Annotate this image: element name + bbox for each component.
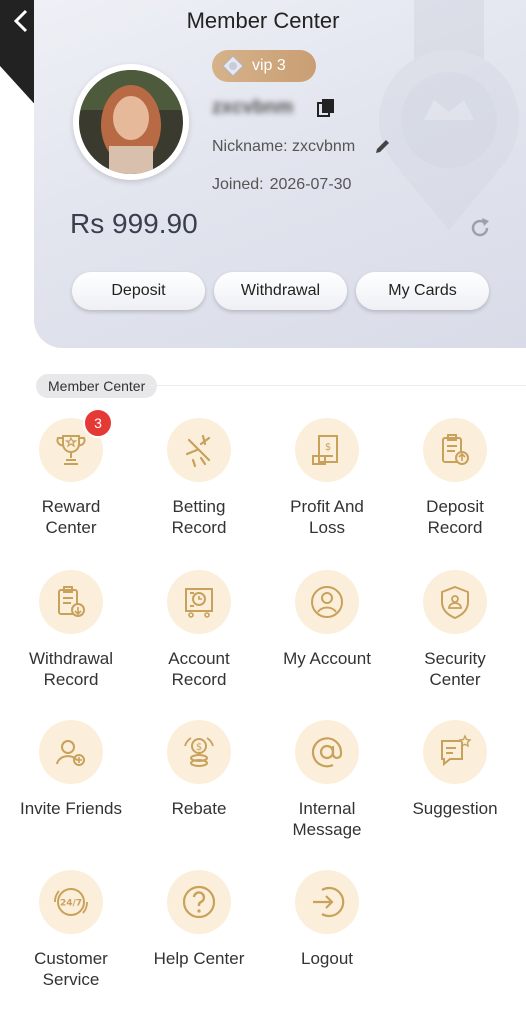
avatar[interactable]: [73, 64, 189, 180]
menu-item-security-center[interactable]: Security Center: [391, 570, 519, 690]
menu-item-label: Security Center: [424, 649, 486, 689]
account-record-icon: [167, 570, 231, 634]
section-divider: [150, 385, 526, 386]
my-account-icon: [295, 570, 359, 634]
menu-item-reward-center[interactable]: 3 Reward Center: [7, 408, 135, 538]
username: zxcvbnm: [212, 97, 294, 118]
vip-diamond-icon: [222, 55, 244, 77]
vip-label: vip 3: [252, 57, 286, 74]
betting-icon: [167, 418, 231, 482]
svg-text:$: $: [325, 442, 331, 453]
menu-item-label: Account Record: [168, 649, 230, 689]
menu-item-label: My Account: [283, 649, 371, 668]
edit-icon[interactable]: [374, 137, 392, 155]
refresh-icon[interactable]: [468, 216, 492, 240]
at-icon: [295, 720, 359, 784]
menu-item-label: Customer Service: [34, 949, 108, 989]
menu-item-customer-service[interactable]: 24/7 Customer Service: [7, 870, 135, 990]
section-label: Member Center: [36, 374, 158, 398]
nickname: Nickname: zxcvbnm: [212, 138, 356, 155]
joined-info: Joined: 2026-07-30: [212, 176, 351, 194]
menu-item-label: Rebate: [171, 799, 227, 818]
menu-item-label: Reward Center: [41, 497, 101, 537]
deposit-button[interactable]: Deposit: [72, 272, 205, 310]
deposit-record-icon: [423, 418, 487, 482]
menu-item-label: Withdrawal Record: [28, 649, 114, 689]
menu-item-help-center[interactable]: Help Center: [135, 870, 263, 969]
menu-item-deposit-record[interactable]: Deposit Record: [391, 418, 519, 538]
vip-badge: vip 3: [212, 50, 316, 82]
menu-item-withdrawal-record[interactable]: Withdrawal Record: [7, 570, 135, 690]
menu-item-label: Profit And Loss: [290, 497, 364, 537]
menu-item-label: Logout: [301, 949, 353, 968]
withdrawal-button[interactable]: Withdrawal: [214, 272, 347, 310]
menu-item-suggestion[interactable]: Suggestion: [391, 720, 519, 819]
menu-item-label: Invite Friends: [19, 799, 123, 818]
rebate-icon: $: [167, 720, 231, 784]
menu-item-logout[interactable]: Logout: [263, 870, 391, 969]
joined-date: 2026-07-30: [269, 176, 352, 193]
question-icon: [167, 870, 231, 934]
trophy-icon: 3: [39, 408, 113, 482]
menu-item-label: Internal Message: [292, 799, 362, 839]
joined-label: Joined:: [212, 176, 264, 193]
avatar-image: [79, 70, 183, 174]
menu-item-label: Suggestion: [412, 799, 498, 818]
profit-icon: $: [295, 418, 359, 482]
support-24-7-icon: 24/7: [39, 870, 103, 934]
notification-badge: 3: [83, 408, 113, 438]
svg-text:$: $: [196, 742, 202, 753]
copy-icon[interactable]: [316, 98, 336, 118]
withdrawal-record-icon: [39, 570, 103, 634]
svg-text:24/7: 24/7: [60, 899, 82, 909]
logout-icon: [295, 870, 359, 934]
medal-watermark-icon: [379, 0, 519, 230]
menu-item-my-account[interactable]: My Account: [263, 570, 391, 669]
menu-item-internal-message[interactable]: Internal Message: [263, 720, 391, 840]
shield-icon: [423, 570, 487, 634]
menu-item-invite-friends[interactable]: Invite Friends: [7, 720, 135, 819]
menu-item-label: Deposit Record: [426, 497, 484, 537]
menu-item-label: Betting Record: [171, 497, 227, 537]
my-cards-button[interactable]: My Cards: [356, 272, 489, 310]
balance: Rs 999.90: [70, 208, 198, 239]
menu-item-betting-record[interactable]: Betting Record: [135, 418, 263, 538]
menu-item-label: Help Center: [153, 949, 245, 968]
menu-item-profit-and-loss[interactable]: $ Profit And Loss: [263, 418, 391, 538]
page-title: Member Center: [186, 8, 340, 33]
menu-item-rebate[interactable]: $ Rebate: [135, 720, 263, 819]
menu-item-account-record[interactable]: Account Record: [135, 570, 263, 690]
invite-icon: [39, 720, 103, 784]
suggestion-icon: [423, 720, 487, 784]
